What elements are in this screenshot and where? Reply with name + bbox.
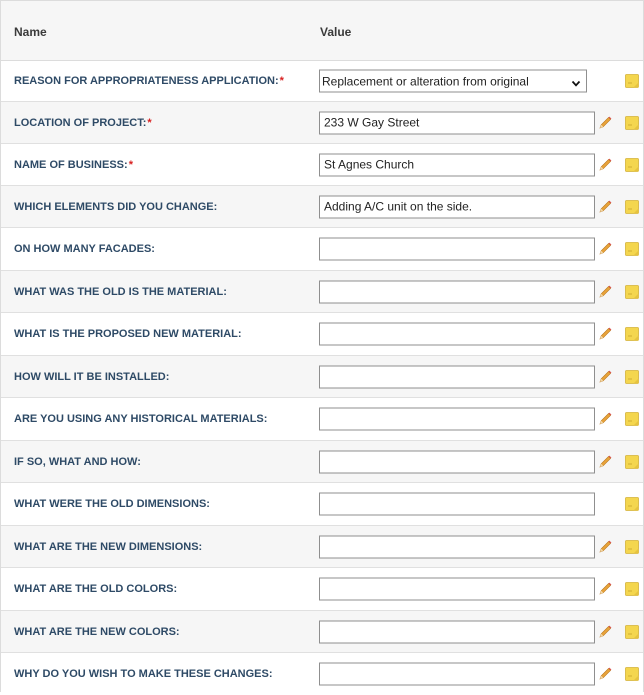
- field-label-text: WHY DO YOU WISH TO MAKE THESE CHANGES:: [14, 668, 273, 680]
- field-label: HOW WILL IT BE INSTALLED:: [14, 371, 169, 383]
- field-label: LOCATION OF PROJECT:*: [14, 117, 152, 129]
- field-label-text: WHICH ELEMENTS DID YOU CHANGE:: [14, 200, 218, 213]
- table-row: ON HOW MANY FACADES:: [1, 228, 643, 271]
- field-label: WHAT ARE THE NEW DIMENSIONS:: [14, 541, 202, 553]
- field-input[interactable]: [319, 407, 595, 431]
- note-icon[interactable]: [625, 667, 639, 681]
- field-label: NAME OF BUSINESS:*: [14, 159, 133, 171]
- table-row: WHAT WERE THE OLD DIMENSIONS:: [1, 483, 643, 526]
- field-label: WHY DO YOU WISH TO MAKE THESE CHANGES:: [14, 668, 273, 680]
- note-icon[interactable]: [625, 497, 639, 511]
- field-label-text: HOW WILL IT BE INSTALLED:: [14, 370, 170, 383]
- field-label: ON HOW MANY FACADES:: [14, 243, 155, 255]
- reason-select[interactable]: Replacement or alteration from original: [319, 69, 587, 93]
- note-icon[interactable]: [625, 412, 639, 426]
- field-input[interactable]: [319, 365, 595, 388]
- field-label-text: REASON FOR APPROPRIATENESS APPLICATION:: [14, 75, 279, 87]
- pencil-icon[interactable]: [597, 157, 613, 173]
- field-label-text: WHAT ARE THE NEW COLORS:: [14, 625, 180, 638]
- field-input[interactable]: [319, 111, 595, 134]
- pencil-icon[interactable]: [597, 326, 613, 342]
- field-label-text: WHAT IS THE PROPOSED NEW MATERIAL:: [14, 328, 242, 340]
- application-form-table: Name Value REASON FOR APPROPRIATENESS AP…: [0, 0, 644, 695]
- field-label: WHAT ARE THE NEW COLORS:: [14, 626, 180, 638]
- pencil-icon[interactable]: [597, 454, 613, 470]
- field-label: REASON FOR APPROPRIATENESS APPLICATION:*: [14, 75, 284, 87]
- table-row: REASON FOR APPROPRIATENESS APPLICATION:*…: [1, 61, 643, 102]
- note-icon[interactable]: [625, 454, 639, 469]
- pencil-icon[interactable]: [597, 666, 613, 682]
- field-input[interactable]: [319, 195, 595, 218]
- value-column-header: Value: [320, 25, 352, 39]
- field-input[interactable]: [319, 492, 595, 516]
- field-label-text: ARE YOU USING ANY HISTORICAL MATERIALS:: [14, 413, 268, 425]
- table-row: WHAT ARE THE OLD COLORS:: [1, 568, 643, 611]
- note-icon[interactable]: [625, 327, 639, 341]
- pencil-icon[interactable]: [597, 369, 613, 385]
- note-icon[interactable]: [625, 242, 639, 256]
- table-row: HOW WILL IT BE INSTALLED:: [1, 356, 643, 398]
- field-label-text: WHAT ARE THE NEW DIMENSIONS:: [14, 540, 203, 553]
- pencil-icon[interactable]: [597, 115, 613, 131]
- table-row: WHAT WAS THE OLD IS THE MATERIAL:: [1, 271, 643, 313]
- field-input[interactable]: [319, 153, 595, 176]
- field-input[interactable]: [319, 535, 595, 558]
- table-row: ARE YOU USING ANY HISTORICAL MATERIALS:: [1, 398, 643, 441]
- pencil-icon[interactable]: [597, 199, 613, 215]
- table-row: IF SO, WHAT AND HOW:: [1, 441, 643, 483]
- field-label: ARE YOU USING ANY HISTORICAL MATERIALS:: [14, 413, 267, 425]
- field-label: WHICH ELEMENTS DID YOU CHANGE:: [14, 201, 217, 213]
- field-input[interactable]: [319, 577, 595, 601]
- field-input[interactable]: [319, 322, 595, 346]
- note-icon[interactable]: [625, 582, 639, 596]
- pencil-icon[interactable]: [597, 241, 613, 257]
- field-input[interactable]: [319, 280, 595, 303]
- table-header: Name Value: [1, 1, 643, 61]
- note-icon[interactable]: [625, 157, 639, 172]
- table-row: WHICH ELEMENTS DID YOU CHANGE:: [1, 186, 643, 228]
- table-row: WHAT ARE THE NEW DIMENSIONS:: [1, 526, 643, 568]
- pencil-icon[interactable]: [597, 284, 613, 300]
- required-asterisk: *: [147, 116, 152, 129]
- field-label-text: NAME OF BUSINESS:: [14, 158, 128, 171]
- note-icon[interactable]: [625, 624, 639, 639]
- field-input[interactable]: [319, 620, 595, 643]
- field-label: IF SO, WHAT AND HOW:: [14, 456, 141, 468]
- field-label: WHAT WERE THE OLD DIMENSIONS:: [14, 498, 210, 510]
- form-rows: REASON FOR APPROPRIATENESS APPLICATION:*…: [1, 61, 643, 695]
- field-label: WHAT ARE THE OLD COLORS:: [14, 583, 177, 595]
- required-asterisk: *: [128, 158, 133, 171]
- table-row: WHAT ARE THE NEW COLORS:: [1, 611, 643, 653]
- field-input[interactable]: [319, 662, 595, 686]
- note-icon[interactable]: [625, 539, 639, 554]
- table-row: LOCATION OF PROJECT:*: [1, 102, 643, 144]
- name-column-header: Name: [14, 25, 47, 39]
- required-asterisk: *: [279, 75, 284, 87]
- field-label-text: WHAT WAS THE OLD IS THE MATERIAL:: [14, 285, 227, 298]
- table-row: WHAT IS THE PROPOSED NEW MATERIAL:: [1, 313, 643, 356]
- reason-select-wrapper[interactable]: Replacement or alteration from original: [319, 69, 587, 93]
- field-label: WHAT IS THE PROPOSED NEW MATERIAL:: [14, 328, 242, 340]
- field-label-text: LOCATION OF PROJECT:: [14, 116, 147, 129]
- field-label: WHAT WAS THE OLD IS THE MATERIAL:: [14, 286, 227, 298]
- pencil-icon[interactable]: [597, 581, 613, 597]
- note-icon[interactable]: [625, 74, 639, 88]
- pencil-icon[interactable]: [597, 539, 613, 555]
- note-icon[interactable]: [625, 369, 639, 384]
- note-icon[interactable]: [625, 199, 639, 214]
- note-icon[interactable]: [625, 284, 639, 299]
- field-label-text: WHAT WERE THE OLD DIMENSIONS:: [14, 498, 210, 510]
- table-row: NAME OF BUSINESS:*: [1, 144, 643, 186]
- field-label-text: ON HOW MANY FACADES:: [14, 243, 155, 255]
- field-input[interactable]: [319, 237, 595, 261]
- pencil-icon[interactable]: [597, 411, 613, 427]
- table-row: WHY DO YOU WISH TO MAKE THESE CHANGES:: [1, 653, 643, 695]
- note-icon[interactable]: [625, 115, 639, 130]
- field-input[interactable]: [319, 450, 595, 473]
- pencil-icon[interactable]: [597, 624, 613, 640]
- field-label-text: IF SO, WHAT AND HOW:: [14, 455, 141, 468]
- field-label-text: WHAT ARE THE OLD COLORS:: [14, 583, 178, 595]
